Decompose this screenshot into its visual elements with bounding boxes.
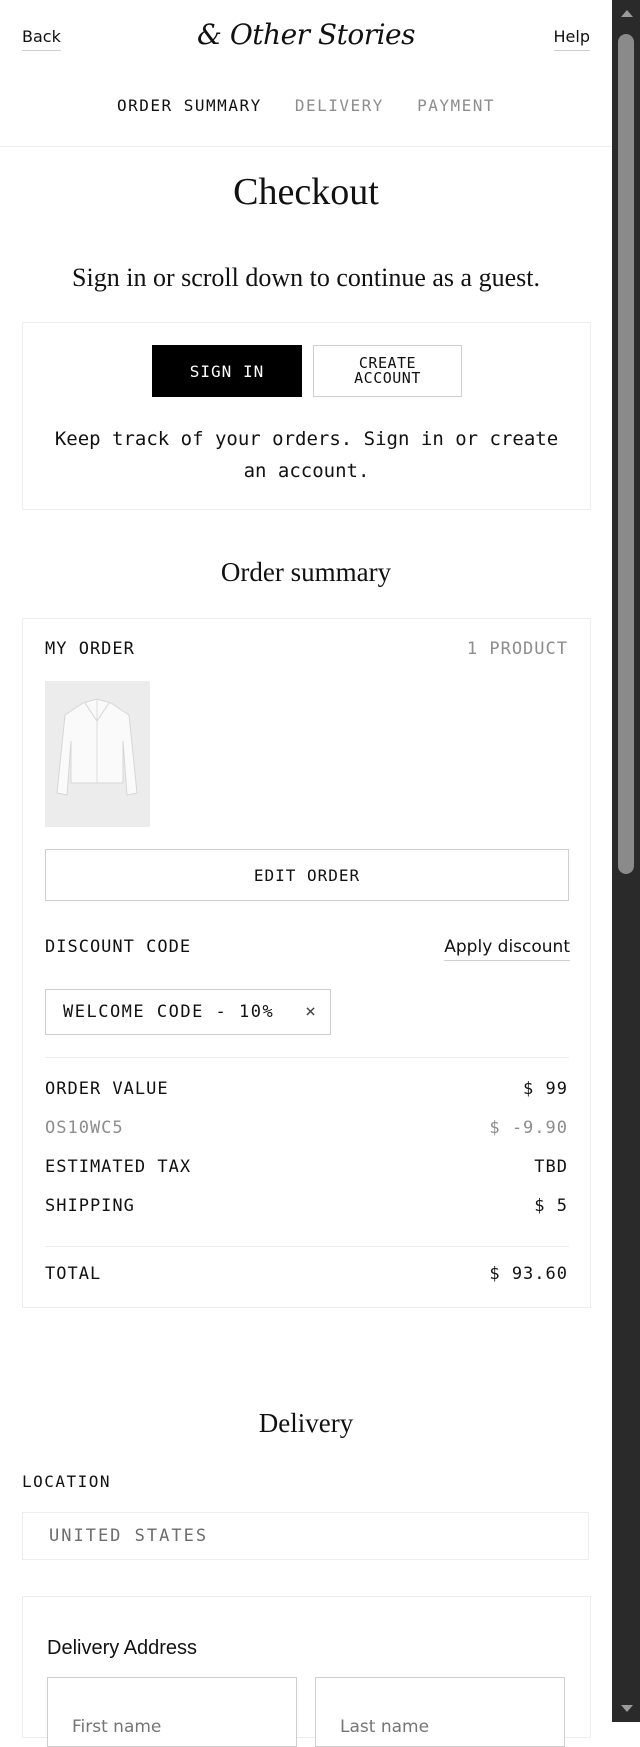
help-link[interactable]: Help	[553, 27, 590, 51]
product-thumbnail[interactable]	[45, 681, 150, 827]
delivery-address-panel: Delivery Address	[22, 1596, 591, 1747]
shipping-value: $ 5	[534, 1196, 568, 1216]
order-value-label: ORDER VALUE	[45, 1079, 169, 1099]
estimated-tax-value: TBD	[534, 1157, 568, 1177]
divider	[45, 1246, 569, 1247]
order-value-amount: $ 99	[523, 1079, 568, 1099]
jacket-image-icon	[45, 681, 150, 827]
apply-discount-link[interactable]: Apply discount	[444, 937, 570, 961]
scroll-down-arrow-icon[interactable]	[621, 1705, 633, 1712]
total-label: TOTAL	[45, 1264, 102, 1284]
signin-note: Keep track of your orders. Sign in or cr…	[54, 428, 559, 482]
scroll-thumb[interactable]	[618, 34, 634, 874]
my-order-label: MY ORDER	[45, 639, 135, 659]
location-value: UNITED STATES	[49, 1526, 209, 1546]
first-name-field[interactable]	[47, 1677, 297, 1747]
order-summary-title: Order summary	[220, 557, 392, 587]
checkout-page: Back & Other Stories Help ORDER SUMMARY …	[0, 0, 612, 1747]
applied-discount-chip: WELCOME CODE - 10% ×	[45, 989, 331, 1035]
page-title: Checkout	[233, 171, 379, 213]
first-name-input[interactable]	[48, 1678, 296, 1746]
edit-order-button[interactable]: EDIT ORDER	[45, 849, 569, 901]
create-account-button[interactable]: CREATE ACCOUNT	[313, 345, 462, 397]
total-value: $ 93.60	[489, 1264, 568, 1284]
step-delivery[interactable]: DELIVERY	[295, 96, 384, 115]
page-subtitle: Sign in or scroll down to continue as a …	[72, 263, 540, 292]
estimated-tax-label: ESTIMATED TAX	[45, 1157, 192, 1177]
brand-logo[interactable]: & Other Stories	[0, 18, 612, 51]
location-label: LOCATION	[22, 1472, 112, 1491]
checkout-header: Back & Other Stories Help ORDER SUMMARY …	[0, 0, 612, 147]
product-count: 1 PRODUCT	[466, 639, 568, 659]
order-summary-panel: MY ORDER 1 PRODUCT EDIT ORDER DISCOUNT C…	[22, 618, 591, 1308]
step-payment[interactable]: PAYMENT	[417, 96, 495, 115]
discount-line-amount: $ -9.90	[489, 1118, 568, 1138]
scrollbar[interactable]	[612, 0, 640, 1722]
last-name-input[interactable]	[316, 1678, 564, 1746]
delivery-address-title: Delivery Address	[47, 1637, 198, 1659]
last-name-field[interactable]	[315, 1677, 565, 1747]
signin-panel: SIGN IN CREATE ACCOUNT Keep track of you…	[22, 322, 591, 510]
discount-code-text: WELCOME CODE - 10%	[63, 1002, 275, 1022]
shipping-label: SHIPPING	[45, 1196, 135, 1216]
scroll-up-arrow-icon[interactable]	[621, 10, 633, 17]
checkout-steps: ORDER SUMMARY DELIVERY PAYMENT	[0, 96, 612, 115]
step-order-summary[interactable]: ORDER SUMMARY	[117, 96, 262, 115]
remove-discount-icon[interactable]: ×	[305, 1001, 316, 1022]
discount-code-label: DISCOUNT CODE	[45, 937, 192, 957]
sign-in-button[interactable]: SIGN IN	[152, 345, 302, 397]
delivery-title: Delivery	[258, 1408, 354, 1438]
divider	[45, 1057, 569, 1058]
location-select[interactable]: UNITED STATES	[22, 1512, 589, 1560]
discount-line-label: OS10WC5	[45, 1118, 124, 1138]
